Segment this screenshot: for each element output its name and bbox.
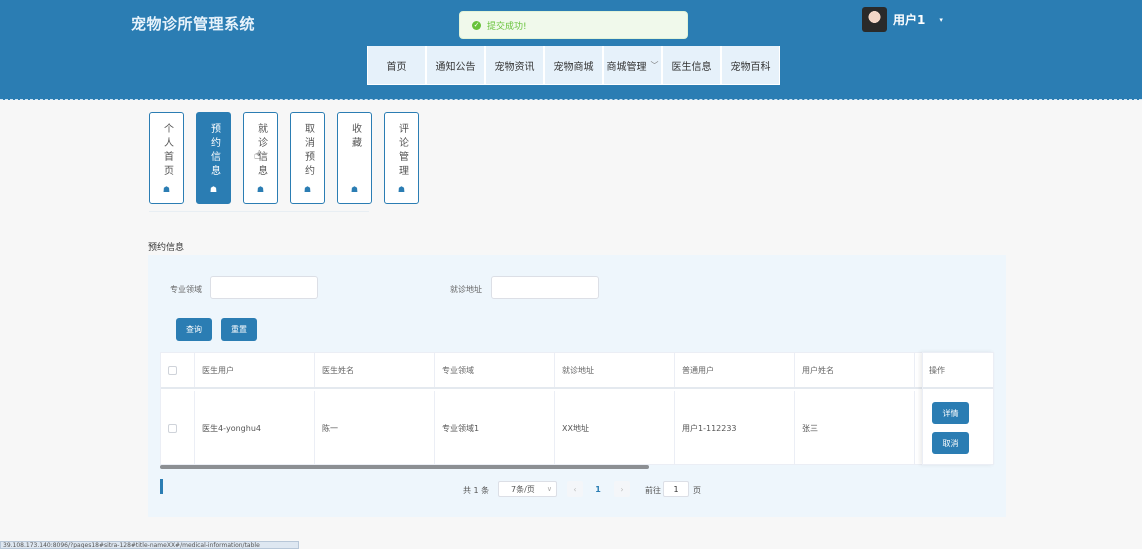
tab-cancel-appointment[interactable]: 取消预约 ☗ <box>290 112 325 204</box>
top-nav: 首页 通知公告 宠物资讯 宠物商城 商城管理 ﹀ 医生信息 宠物百科 <box>367 46 780 85</box>
header-bar: 宠物诊所管理系统 ✓ 提交成功! 用户1 ▾ 首页 通知公告 宠物资讯 宠物商城… <box>0 0 1142 100</box>
hand-icon: ☗ <box>162 185 171 194</box>
nav-label: 首页 <box>386 61 407 73</box>
next-page-button[interactable]: › <box>614 481 630 497</box>
current-page[interactable]: 1 <box>588 481 608 497</box>
user-menu[interactable]: 用户1 ▾ <box>862 7 943 32</box>
nav-item-pet-shop[interactable]: 宠物商城 <box>544 46 603 85</box>
app-root: 宠物诊所管理系统 ✓ 提交成功! 用户1 ▾ 首页 通知公告 宠物资讯 宠物商城… <box>0 0 1142 549</box>
column-header: 用户姓名 <box>795 353 915 387</box>
pager-accent <box>160 479 163 494</box>
column-header: 普通用户 <box>675 353 795 387</box>
ops-header: 操作 <box>923 353 993 389</box>
query-button[interactable]: 查询 <box>176 318 212 341</box>
nav-label: 宠物商城 <box>553 61 594 73</box>
header-select-cell <box>161 353 195 387</box>
hand-icon: ☗ <box>209 185 218 194</box>
nav-label: 宠物资讯 <box>494 61 535 73</box>
table-cell: 用户1-112233 <box>675 391 795 464</box>
nav-label: 商城管理 <box>606 61 647 73</box>
operations-column: 操作 详情 取消 <box>922 352 994 465</box>
hand-icon: ☗ <box>397 185 406 194</box>
pointer-cursor-icon: ☝ <box>254 148 262 162</box>
success-toast: ✓ 提交成功! <box>459 11 688 39</box>
table-cell: 医生4-yonghu4 <box>195 391 315 464</box>
user-name[interactable]: 用户1 <box>893 11 925 28</box>
table-row: 医生4-yonghu4 陈一 专业领域1 XX地址 用户1-112233 张三 … <box>161 391 975 464</box>
toast-message: 提交成功! <box>487 21 527 32</box>
nav-item-notice[interactable]: 通知公告 <box>426 46 485 85</box>
chevron-right-icon: › <box>620 484 624 494</box>
specialty-input[interactable] <box>210 276 318 299</box>
reset-button[interactable]: 重置 <box>221 318 257 341</box>
avatar[interactable] <box>862 7 887 32</box>
table-cell: XX地址 <box>555 391 675 464</box>
chevron-left-icon: ‹ <box>573 484 577 494</box>
nav-item-home[interactable]: 首页 <box>367 46 426 85</box>
table-header: 医生用户 医生姓名 专业领域 就诊地址 普通用户 用户姓名 用 <box>161 353 975 389</box>
column-header: 就诊地址 <box>555 353 675 387</box>
check-circle-icon: ✓ <box>472 20 481 30</box>
table-cell: 专业领域1 <box>435 391 555 464</box>
table-horizontal-scrollbar[interactable] <box>160 465 649 469</box>
hand-icon: ☗ <box>303 185 312 194</box>
nav-label: 医生信息 <box>671 61 712 73</box>
hand-icon: ☗ <box>256 185 265 194</box>
address-input[interactable] <box>491 276 599 299</box>
nav-label: 通知公告 <box>435 61 476 73</box>
nav-item-doctors[interactable]: 医生信息 <box>662 46 721 85</box>
goto-label: 前往 <box>645 486 661 495</box>
field-label-address: 就诊地址 <box>450 285 482 294</box>
column-header: 医生姓名 <box>315 353 435 387</box>
tab-comments[interactable]: 评论管理 ☗ <box>384 112 419 204</box>
select-all-checkbox[interactable] <box>168 365 177 375</box>
column-header: 医生用户 <box>195 353 315 387</box>
tab-label: 收藏 <box>349 123 361 151</box>
tabs-divider <box>149 211 369 212</box>
column-header: 专业领域 <box>435 353 555 387</box>
hand-icon: ☗ <box>350 185 359 194</box>
pagination-total: 共 1 条 <box>463 486 490 495</box>
app-title: 宠物诊所管理系统 <box>131 15 256 33</box>
cancel-button[interactable]: 取消 <box>932 432 969 454</box>
tab-label: 评论管理 <box>396 123 408 179</box>
tab-label: 个人首页 <box>161 123 173 179</box>
nav-label: 宠物百科 <box>730 61 771 73</box>
caret-down-icon[interactable]: ▾ <box>939 16 943 24</box>
appointment-table: 医生用户 医生姓名 专业领域 就诊地址 普通用户 用户姓名 用 医生4-yong… <box>160 352 994 465</box>
tab-label: 预约信息 <box>208 123 220 179</box>
nav-item-shop-manage[interactable]: 商城管理 ﹀ <box>603 46 662 85</box>
table-cell: 陈一 <box>315 391 435 464</box>
nav-item-pet-wiki[interactable]: 宠物百科 <box>721 46 780 85</box>
row-select-cell <box>161 391 195 464</box>
chevron-down-icon: ∨ <box>546 485 552 493</box>
tab-profile[interactable]: 个人首页 ☗ <box>149 112 184 204</box>
table-cell: 张三 <box>795 391 915 464</box>
browser-status-url: 39.108.173.140:8096/?pages18#sitra-128#t… <box>0 541 299 549</box>
goto-page-input[interactable]: 1 <box>663 481 689 497</box>
detail-button[interactable]: 详情 <box>932 402 969 424</box>
section-title: 预约信息 <box>148 243 185 253</box>
side-tabs: 个人首页 ☗ 预约信息 ☗ 就诊信息 ☗ 取消预约 ☗ 收藏 ☗ 评论管理 ☗ <box>149 112 431 204</box>
tab-label: 取消预约 <box>302 123 314 179</box>
chevron-down-icon: ﹀ <box>650 60 659 70</box>
prev-page-button[interactable]: ‹ <box>567 481 583 497</box>
tab-favorites[interactable]: 收藏 ☗ <box>337 112 372 204</box>
row-checkbox[interactable] <box>168 424 177 433</box>
tab-appointments[interactable]: 预约信息 ☗ <box>196 112 231 204</box>
field-label-specialty: 专业领域 <box>170 285 202 294</box>
page-suffix: 页 <box>693 486 701 495</box>
page-size-value: 7条/页 <box>511 484 535 494</box>
nav-item-pet-news[interactable]: 宠物资讯 <box>485 46 544 85</box>
page-size-select[interactable]: 7条/页 ∨ <box>498 481 557 497</box>
